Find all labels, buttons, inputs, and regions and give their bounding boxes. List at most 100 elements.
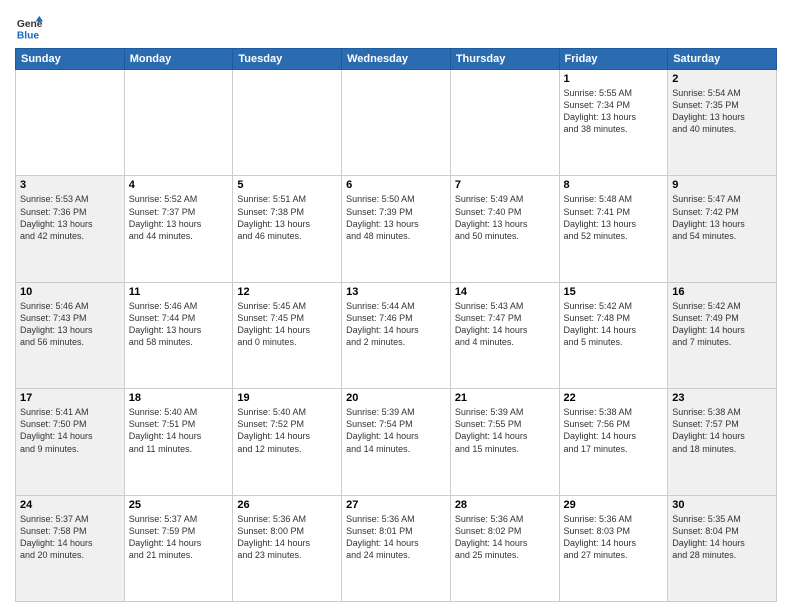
calendar-cell: 23 Sunrise: 5:38 AMSunset: 7:57 PMDayligh… — [668, 389, 777, 495]
page: General Blue SundayMondayTuesdayWednesda… — [0, 0, 792, 612]
calendar-cell: 6 Sunrise: 5:50 AMSunset: 7:39 PMDaylight… — [342, 176, 451, 282]
calendar-cell: 1 Sunrise: 5:55 AMSunset: 7:34 PMDaylight… — [559, 70, 668, 176]
weekday-header-friday: Friday — [559, 49, 668, 70]
day-info: Sunrise: 5:42 AMSunset: 7:48 PMDaylight:… — [564, 300, 664, 349]
calendar-cell: 19 Sunrise: 5:40 AMSunset: 7:52 PMDayligh… — [233, 389, 342, 495]
calendar-cell: 9 Sunrise: 5:47 AMSunset: 7:42 PMDaylight… — [668, 176, 777, 282]
day-info: Sunrise: 5:37 AMSunset: 7:58 PMDaylight:… — [20, 513, 120, 562]
day-info: Sunrise: 5:45 AMSunset: 7:45 PMDaylight:… — [237, 300, 337, 349]
day-info: Sunrise: 5:38 AMSunset: 7:57 PMDaylight:… — [672, 406, 772, 455]
day-info: Sunrise: 5:44 AMSunset: 7:46 PMDaylight:… — [346, 300, 446, 349]
day-info: Sunrise: 5:47 AMSunset: 7:42 PMDaylight:… — [672, 193, 772, 242]
day-number: 20 — [346, 392, 446, 404]
day-number: 22 — [564, 392, 664, 404]
day-info: Sunrise: 5:36 AMSunset: 8:02 PMDaylight:… — [455, 513, 555, 562]
calendar-cell — [342, 70, 451, 176]
weekday-header-thursday: Thursday — [450, 49, 559, 70]
day-number: 5 — [237, 179, 337, 191]
day-number: 15 — [564, 286, 664, 298]
day-number: 6 — [346, 179, 446, 191]
calendar-cell — [233, 70, 342, 176]
day-info: Sunrise: 5:36 AMSunset: 8:01 PMDaylight:… — [346, 513, 446, 562]
calendar-cell: 21 Sunrise: 5:39 AMSunset: 7:55 PMDayligh… — [450, 389, 559, 495]
day-number: 24 — [20, 499, 120, 511]
calendar-cell: 11 Sunrise: 5:46 AMSunset: 7:44 PMDayligh… — [124, 282, 233, 388]
calendar-cell: 16 Sunrise: 5:42 AMSunset: 7:49 PMDayligh… — [668, 282, 777, 388]
logo-icon: General Blue — [15, 14, 43, 42]
calendar-cell: 4 Sunrise: 5:52 AMSunset: 7:37 PMDaylight… — [124, 176, 233, 282]
calendar-cell: 7 Sunrise: 5:49 AMSunset: 7:40 PMDaylight… — [450, 176, 559, 282]
day-info: Sunrise: 5:36 AMSunset: 8:00 PMDaylight:… — [237, 513, 337, 562]
day-info: Sunrise: 5:35 AMSunset: 8:04 PMDaylight:… — [672, 513, 772, 562]
day-info: Sunrise: 5:40 AMSunset: 7:52 PMDaylight:… — [237, 406, 337, 455]
calendar-cell: 27 Sunrise: 5:36 AMSunset: 8:01 PMDayligh… — [342, 495, 451, 601]
header: General Blue — [15, 10, 777, 42]
calendar-cell: 28 Sunrise: 5:36 AMSunset: 8:02 PMDayligh… — [450, 495, 559, 601]
calendar-cell: 25 Sunrise: 5:37 AMSunset: 7:59 PMDayligh… — [124, 495, 233, 601]
day-info: Sunrise: 5:49 AMSunset: 7:40 PMDaylight:… — [455, 193, 555, 242]
day-number: 2 — [672, 73, 772, 85]
day-info: Sunrise: 5:48 AMSunset: 7:41 PMDaylight:… — [564, 193, 664, 242]
calendar-week-3: 10 Sunrise: 5:46 AMSunset: 7:43 PMDayligh… — [16, 282, 777, 388]
day-number: 9 — [672, 179, 772, 191]
day-info: Sunrise: 5:51 AMSunset: 7:38 PMDaylight:… — [237, 193, 337, 242]
day-number: 3 — [20, 179, 120, 191]
calendar-cell — [124, 70, 233, 176]
day-info: Sunrise: 5:39 AMSunset: 7:54 PMDaylight:… — [346, 406, 446, 455]
day-number: 26 — [237, 499, 337, 511]
day-info: Sunrise: 5:42 AMSunset: 7:49 PMDaylight:… — [672, 300, 772, 349]
day-number: 17 — [20, 392, 120, 404]
day-info: Sunrise: 5:55 AMSunset: 7:34 PMDaylight:… — [564, 87, 664, 136]
day-info: Sunrise: 5:46 AMSunset: 7:43 PMDaylight:… — [20, 300, 120, 349]
svg-text:Blue: Blue — [17, 30, 40, 41]
weekday-header-wednesday: Wednesday — [342, 49, 451, 70]
calendar-cell — [450, 70, 559, 176]
day-number: 25 — [129, 499, 229, 511]
calendar-cell: 20 Sunrise: 5:39 AMSunset: 7:54 PMDayligh… — [342, 389, 451, 495]
calendar-cell: 26 Sunrise: 5:36 AMSunset: 8:00 PMDayligh… — [233, 495, 342, 601]
day-number: 18 — [129, 392, 229, 404]
day-number: 30 — [672, 499, 772, 511]
day-number: 7 — [455, 179, 555, 191]
calendar-cell: 13 Sunrise: 5:44 AMSunset: 7:46 PMDayligh… — [342, 282, 451, 388]
day-info: Sunrise: 5:37 AMSunset: 7:59 PMDaylight:… — [129, 513, 229, 562]
day-number: 19 — [237, 392, 337, 404]
day-number: 27 — [346, 499, 446, 511]
calendar-cell: 5 Sunrise: 5:51 AMSunset: 7:38 PMDaylight… — [233, 176, 342, 282]
day-number: 29 — [564, 499, 664, 511]
day-number: 28 — [455, 499, 555, 511]
day-info: Sunrise: 5:40 AMSunset: 7:51 PMDaylight:… — [129, 406, 229, 455]
calendar-header-row: SundayMondayTuesdayWednesdayThursdayFrid… — [16, 49, 777, 70]
day-number: 16 — [672, 286, 772, 298]
calendar-cell: 2 Sunrise: 5:54 AMSunset: 7:35 PMDaylight… — [668, 70, 777, 176]
calendar-cell: 8 Sunrise: 5:48 AMSunset: 7:41 PMDaylight… — [559, 176, 668, 282]
day-info: Sunrise: 5:54 AMSunset: 7:35 PMDaylight:… — [672, 87, 772, 136]
day-number: 10 — [20, 286, 120, 298]
day-number: 4 — [129, 179, 229, 191]
day-number: 21 — [455, 392, 555, 404]
day-number: 11 — [129, 286, 229, 298]
day-info: Sunrise: 5:39 AMSunset: 7:55 PMDaylight:… — [455, 406, 555, 455]
calendar-week-1: 1 Sunrise: 5:55 AMSunset: 7:34 PMDaylight… — [16, 70, 777, 176]
calendar-cell: 18 Sunrise: 5:40 AMSunset: 7:51 PMDayligh… — [124, 389, 233, 495]
day-info: Sunrise: 5:41 AMSunset: 7:50 PMDaylight:… — [20, 406, 120, 455]
day-info: Sunrise: 5:50 AMSunset: 7:39 PMDaylight:… — [346, 193, 446, 242]
day-number: 23 — [672, 392, 772, 404]
calendar-week-2: 3 Sunrise: 5:53 AMSunset: 7:36 PMDaylight… — [16, 176, 777, 282]
day-info: Sunrise: 5:52 AMSunset: 7:37 PMDaylight:… — [129, 193, 229, 242]
calendar-cell: 3 Sunrise: 5:53 AMSunset: 7:36 PMDaylight… — [16, 176, 125, 282]
day-info: Sunrise: 5:53 AMSunset: 7:36 PMDaylight:… — [20, 193, 120, 242]
calendar-cell: 14Sunrise: 5:43 AMSunset: 7:47 PMDayligh… — [450, 282, 559, 388]
calendar-cell: 29Sunrise: 5:36 AMSunset: 8:03 PMDayligh… — [559, 495, 668, 601]
calendar-cell: 12Sunrise: 5:45 AMSunset: 7:45 PMDayligh… — [233, 282, 342, 388]
calendar-week-5: 24 Sunrise: 5:37 AMSunset: 7:58 PMDayligh… — [16, 495, 777, 601]
calendar-cell — [16, 70, 125, 176]
weekday-header-sunday: Sunday — [16, 49, 125, 70]
day-number: 1 — [564, 73, 664, 85]
day-number: 13 — [346, 286, 446, 298]
day-number: 8 — [564, 179, 664, 191]
day-number: 14 — [455, 286, 555, 298]
calendar-cell: 30 Sunrise: 5:35 AMSunset: 8:04 PMDayligh… — [668, 495, 777, 601]
day-info: Sunrise: 5:46 AMSunset: 7:44 PMDaylight:… — [129, 300, 229, 349]
calendar-cell: 24 Sunrise: 5:37 AMSunset: 7:58 PMDayligh… — [16, 495, 125, 601]
